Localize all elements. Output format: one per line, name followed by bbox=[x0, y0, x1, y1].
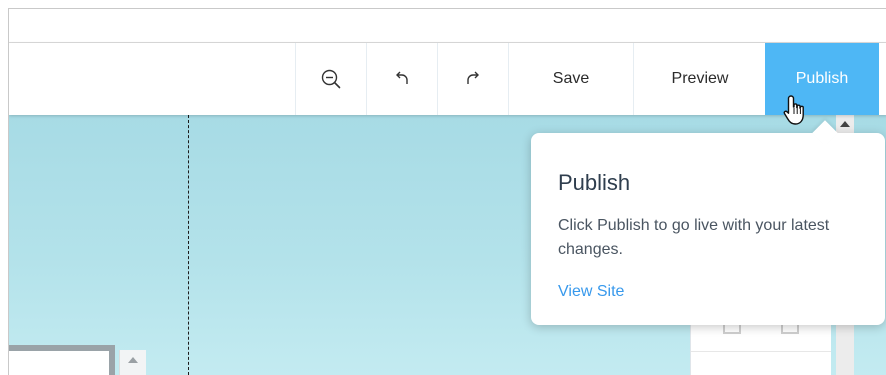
view-site-link[interactable]: View Site bbox=[558, 283, 624, 301]
publish-tooltip: Publish Click Publish to go live with yo… bbox=[531, 120, 885, 325]
save-label: Save bbox=[552, 70, 590, 87]
redo-icon bbox=[467, 71, 479, 84]
zoom-out-icon bbox=[321, 69, 341, 89]
zoom-out-button[interactable] bbox=[295, 43, 366, 115]
undo-button[interactable] bbox=[366, 43, 437, 115]
element-scrollbar[interactable] bbox=[119, 350, 146, 375]
hand-pointer-icon bbox=[783, 95, 804, 125]
editor-toolbar: Save Preview Publish bbox=[9, 43, 886, 115]
tooltip-title: Publish bbox=[558, 170, 631, 195]
tooltip-body: Click Publish to go live with your lates… bbox=[558, 217, 830, 258]
undo-icon bbox=[396, 71, 408, 84]
preview-button[interactable]: Preview bbox=[633, 43, 766, 115]
page-element-box[interactable] bbox=[9, 345, 115, 375]
editor-window: Save Preview Publish Publish Click Publi… bbox=[8, 8, 886, 375]
top-bar bbox=[9, 9, 886, 43]
scroll-up-arrow-icon[interactable] bbox=[840, 121, 850, 127]
scroll-up-arrow-icon[interactable] bbox=[128, 357, 138, 363]
redo-button[interactable] bbox=[437, 43, 508, 115]
dashed-guide-line bbox=[188, 115, 189, 375]
publish-label: Publish bbox=[795, 70, 849, 87]
panel-divider bbox=[691, 351, 831, 352]
preview-label: Preview bbox=[671, 70, 729, 87]
save-button[interactable]: Save bbox=[508, 43, 633, 115]
